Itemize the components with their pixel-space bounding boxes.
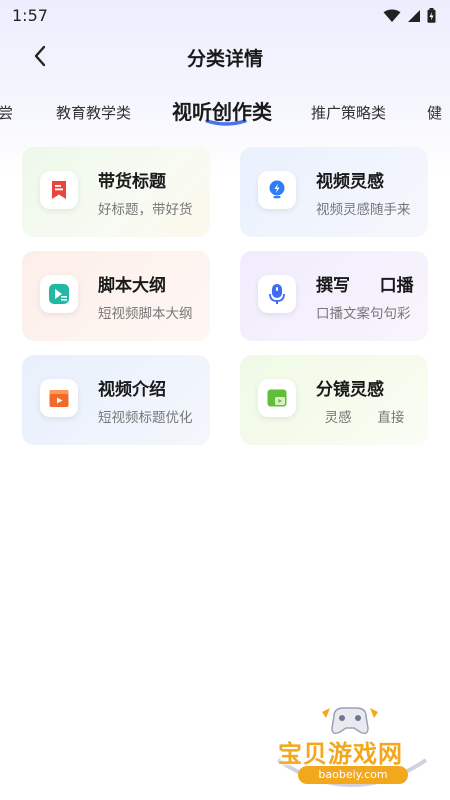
card-script-outline[interactable]: 脚本大纲 短视频脚本大纲 [22, 251, 210, 341]
card-subtitle: 短视频标题优化 [98, 410, 193, 426]
card-subtitle: 好标题，带好货 [98, 202, 193, 218]
signal-icon [408, 9, 420, 22]
microphone-icon [269, 284, 285, 304]
tab-partial-right[interactable]: 健 [427, 102, 442, 123]
card-subtitle: 视频灵感随手来 [316, 202, 411, 218]
tab-audiovisual[interactable]: 视听创作类 [172, 96, 272, 125]
card-subtitle: 短视频脚本大纲 [98, 306, 193, 322]
gamepad-logo-icon [322, 707, 378, 735]
tab-promotion[interactable]: 推广策略类 [311, 102, 386, 123]
card-voiceover-writing[interactable]: 撰写 口播 口播文案句句彩 [240, 251, 428, 341]
video-script-icon [49, 284, 69, 304]
card-icon-box [40, 171, 78, 209]
card-title: 带货标题 [98, 172, 166, 192]
clapperboard-icon [49, 390, 69, 407]
bookmark-icon [52, 181, 66, 199]
card-title: 分镜灵感 [316, 380, 384, 400]
watermark-url: baobeiy.com [298, 766, 408, 784]
card-icon-box [258, 171, 296, 209]
card-storyboard-inspiration[interactable]: 分镜灵感 灵感 直接 [240, 355, 428, 445]
battery-icon [427, 8, 436, 23]
card-subtitle: 灵感 直接 [316, 410, 405, 426]
watermark: 宝贝游戏网 baobeiy.com [268, 700, 438, 796]
tab-partial-left[interactable]: 尝 [0, 102, 13, 123]
tab-education[interactable]: 教育教学类 [56, 102, 131, 123]
status-time: 1:57 [12, 6, 48, 25]
card-icon-box [258, 275, 296, 313]
card-icon-box [258, 379, 296, 417]
card-video-inspiration[interactable]: 视频灵感 视频灵感随手来 [240, 147, 428, 237]
card-title: 视频介绍 [98, 380, 166, 400]
card-icon-box [40, 275, 78, 313]
lightbulb-icon [269, 180, 285, 199]
page-title: 分类详情 [186, 48, 263, 70]
card-title: 撰写 口播 [316, 276, 414, 296]
category-tabs: 尝 教育教学类 视听创作类 推广策略类 健 [0, 92, 450, 136]
card-title: 脚本大纲 [98, 276, 166, 296]
card-video-intro[interactable]: 视频介绍 短视频标题优化 [22, 355, 210, 445]
storyboard-icon [267, 389, 287, 407]
card-title: 视频灵感 [316, 172, 384, 192]
card-product-title[interactable]: 带货标题 好标题，带好货 [22, 147, 210, 237]
card-subtitle: 口播文案句句彩 [316, 306, 411, 322]
status-icons [383, 8, 436, 23]
status-bar: 1:57 [0, 0, 450, 32]
wifi-icon [383, 9, 401, 22]
watermark-text: 宝贝游戏网 [278, 740, 403, 768]
title-bar: 分类详情 [0, 36, 450, 76]
card-icon-box [40, 379, 78, 417]
